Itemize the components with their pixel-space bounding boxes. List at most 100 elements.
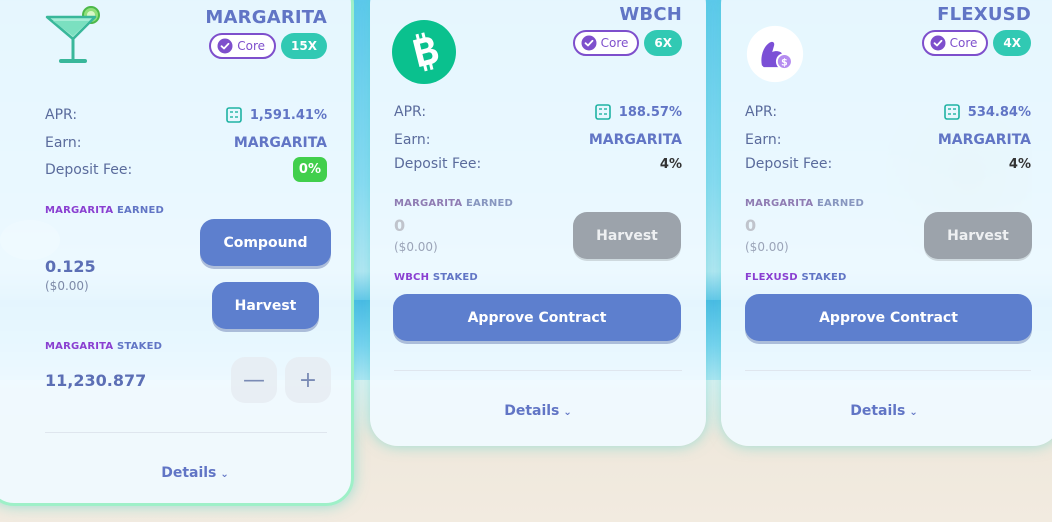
earned-usd: ($0.00) (394, 240, 438, 254)
deposit-fee-value: 4% (1008, 156, 1031, 172)
apr-label: APR: (394, 104, 427, 120)
earned-amount: 0.125 (45, 257, 96, 276)
staked-word: STAKED (432, 272, 478, 283)
staked-token: MARGARITA (45, 341, 114, 352)
earned-token: MARGARITA (45, 205, 114, 216)
earn-label: Earn: (394, 132, 431, 148)
deposit-fee-row: Deposit Fee: 0% (45, 157, 327, 182)
deposit-fee-label: Deposit Fee: (45, 161, 133, 178)
apr-label: APR: (745, 104, 778, 120)
svg-text:$: $ (781, 57, 788, 68)
farm-tags: Core 4X (921, 30, 1031, 56)
apr-value: 1,591.41% (249, 107, 327, 123)
farm-card-margarita: MARGARITA Core 15X APR: 1,591.41% Earn: … (0, 0, 354, 506)
harvest-button[interactable]: Harvest (573, 212, 681, 259)
earn-label: Earn: (45, 135, 82, 151)
core-tag: Core (209, 33, 277, 59)
card-header: $ FLEXUSD Core 4X (721, 0, 1052, 83)
chevron-down-icon: ⌄ (220, 469, 229, 480)
core-tag: Core (921, 30, 989, 56)
details-toggle[interactable]: Details ⌄ (39, 465, 351, 481)
multiplier-tag: 6X (644, 30, 682, 56)
earned-word: EARNED (817, 198, 865, 209)
earned-usd: ($0.00) (745, 240, 789, 254)
deposit-fee-value: 4% (659, 156, 682, 172)
deposit-fee-label: Deposit Fee: (745, 156, 833, 172)
card-divider (45, 432, 327, 433)
earned-section-title: MARGARITA EARNED (745, 198, 864, 209)
farm-tags: Core 15X (209, 33, 327, 59)
earned-word: EARNED (466, 198, 514, 209)
staked-word: STAKED (117, 341, 163, 352)
flexusd-arm-icon: $ (746, 25, 804, 83)
apr-value-group: 1,591.41% (226, 107, 327, 123)
earned-amount: 0 (394, 216, 406, 235)
earn-row: Earn: MARGARITA (45, 135, 327, 151)
earned-usd: ($0.00) (45, 279, 89, 293)
farm-card-flexusd: $ FLEXUSD Core 4X APR: 534.84% Earn: MAR… (721, 0, 1052, 446)
verified-badge-icon (581, 35, 597, 51)
staked-section-title: FLEXUSD STAKED (745, 272, 847, 283)
staked-amount: 11,230.877 (45, 371, 147, 390)
bitcoin-cash-icon (392, 20, 456, 84)
calculator-icon[interactable] (943, 104, 960, 120)
deposit-fee-label: Deposit Fee: (394, 156, 482, 172)
core-tag-label: Core (600, 36, 629, 50)
chevron-down-icon: ⌄ (563, 407, 572, 418)
apr-value-group: 534.84% (943, 104, 1031, 120)
multiplier-tag: 4X (993, 30, 1031, 56)
core-tag-label: Core (949, 36, 978, 50)
unstake-minus-button[interactable]: — (231, 357, 277, 403)
earned-section-title: MARGARITA EARNED (394, 198, 513, 209)
staked-section-title: MARGARITA STAKED (45, 341, 162, 352)
harvest-button[interactable]: Harvest (212, 282, 319, 329)
verified-badge-icon (217, 38, 233, 54)
verified-badge-icon (930, 35, 946, 51)
apr-value: 188.57% (618, 104, 682, 120)
apr-row: APR: 1,591.41% (45, 107, 327, 123)
farm-title: MARGARITA (205, 7, 327, 28)
deposit-fee-row: Deposit Fee: 4% (394, 156, 682, 172)
earned-token: MARGARITA (745, 198, 814, 209)
margarita-glass-icon (45, 6, 100, 63)
details-label: Details (850, 403, 906, 419)
stake-plus-button[interactable]: + (285, 357, 331, 403)
apr-value-group: 188.57% (594, 104, 682, 120)
harvest-button[interactable]: Harvest (924, 212, 1032, 259)
staked-section-title: WBCH STAKED (394, 272, 478, 283)
apr-value: 534.84% (967, 104, 1031, 120)
card-divider (394, 370, 682, 371)
earn-value: MARGARITA (937, 132, 1031, 148)
details-label: Details (161, 465, 217, 481)
earned-section-title: MARGARITA EARNED (45, 205, 164, 216)
chevron-down-icon: ⌄ (909, 407, 918, 418)
approve-contract-button[interactable]: Approve Contract (393, 294, 681, 341)
compound-button[interactable]: Compound (200, 219, 331, 266)
details-toggle[interactable]: Details ⌄ (370, 403, 706, 419)
apr-row: APR: 534.84% (745, 104, 1031, 120)
staked-token: FLEXUSD (745, 272, 798, 283)
deposit-fee-badge: 0% (292, 157, 327, 182)
earn-label: Earn: (745, 132, 782, 148)
earn-row: Earn: MARGARITA (745, 132, 1031, 148)
apr-row: APR: 188.57% (394, 104, 682, 120)
farm-card-wbch: WBCH Core 6X APR: 188.57% Earn: MARGARIT… (370, 0, 706, 446)
details-toggle[interactable]: Details ⌄ (721, 403, 1047, 419)
earn-row: Earn: MARGARITA (394, 132, 682, 148)
apr-label: APR: (45, 107, 78, 123)
calculator-icon[interactable] (594, 104, 611, 120)
calculator-icon[interactable] (226, 107, 242, 123)
farm-title: FLEXUSD (937, 4, 1031, 25)
staked-word: STAKED (801, 272, 847, 283)
farm-title: WBCH (619, 4, 682, 25)
staked-token: WBCH (394, 272, 430, 283)
earned-token: MARGARITA (394, 198, 463, 209)
earn-value: MARGARITA (588, 132, 682, 148)
earn-value: MARGARITA (233, 135, 327, 151)
card-divider (745, 370, 1031, 371)
card-header: WBCH Core 6X (370, 0, 706, 84)
approve-contract-button[interactable]: Approve Contract (745, 294, 1032, 341)
farm-tags: Core 6X (572, 30, 682, 56)
deposit-fee-row: Deposit Fee: 4% (745, 156, 1031, 172)
details-label: Details (504, 403, 560, 419)
